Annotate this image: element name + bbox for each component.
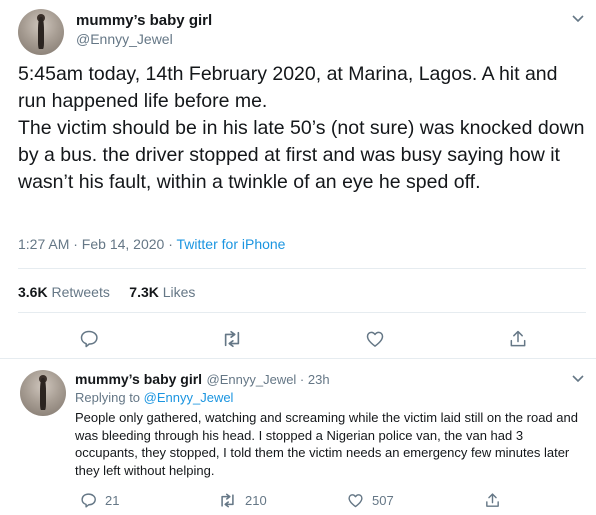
heart-icon — [366, 331, 384, 347]
retweet-button[interactable] — [221, 328, 243, 350]
chevron-down-icon[interactable] — [569, 10, 587, 28]
reply-reply-button[interactable]: 21 — [80, 490, 119, 510]
reply-icon — [81, 492, 96, 508]
divider — [18, 268, 586, 269]
share-icon — [486, 492, 499, 507]
retweet-icon — [224, 330, 240, 348]
tweet-timestamp[interactable]: 1:27 AM · Feb 14, 2020 — [18, 236, 164, 252]
retweets-stat[interactable]: 3.6K Retweets — [18, 284, 110, 300]
like-count: 507 — [372, 492, 394, 508]
tweet-stats: 3.6K Retweets 7.3K Likes — [18, 284, 195, 300]
retweet-icon — [221, 493, 234, 507]
divider — [18, 312, 586, 313]
reply-text: People only gathered, watching and screa… — [75, 410, 578, 478]
reply-header: mummy’s baby girl @Ennyy_Jewel · 23h — [75, 371, 330, 389]
likes-stat[interactable]: 7.3K Likes — [129, 284, 195, 300]
share-icon — [510, 330, 526, 347]
reply-share-button[interactable] — [484, 490, 501, 510]
retweets-label: Retweets — [51, 284, 110, 300]
heart-icon — [348, 493, 363, 507]
tweet-text: 5:45am today, 14th February 2020, at Mar… — [18, 63, 585, 193]
meta-separator: · — [164, 236, 177, 252]
reply-button[interactable] — [78, 328, 100, 350]
share-button[interactable] — [507, 328, 529, 350]
like-button[interactable] — [364, 328, 386, 350]
likes-count: 7.3K — [129, 284, 159, 300]
main-tweet: mummy’s baby girl @Ennyy_Jewel 5:45am to… — [0, 0, 596, 359]
avatar[interactable] — [18, 9, 64, 55]
reply-icon — [80, 330, 98, 348]
reply-count: 21 — [105, 492, 120, 508]
reply-handle-time[interactable]: @Ennyy_Jewel · 23h — [207, 372, 330, 387]
display-name[interactable]: mummy’s baby girl — [76, 12, 212, 29]
user-handle[interactable]: @Ennyy_Jewel — [76, 31, 173, 47]
reply-like-button[interactable]: 507 — [347, 490, 394, 510]
replying-prefix: Replying to — [75, 390, 144, 405]
retweet-count: 210 — [245, 492, 267, 508]
retweets-count: 3.6K — [18, 284, 48, 300]
tweet-source[interactable]: Twitter for iPhone — [177, 236, 286, 252]
replying-to: Replying to @Ennyy_Jewel — [75, 390, 233, 405]
tweet-meta: 1:27 AM · Feb 14, 2020 · Twitter for iPh… — [18, 236, 285, 252]
replying-to-link[interactable]: @Ennyy_Jewel — [144, 390, 234, 405]
reply-display-name[interactable]: mummy’s baby girl — [75, 371, 202, 387]
reply-retweet-button[interactable]: 210 — [218, 490, 267, 510]
chevron-down-icon[interactable] — [569, 370, 587, 388]
avatar[interactable] — [20, 370, 66, 416]
likes-label: Likes — [162, 284, 196, 300]
